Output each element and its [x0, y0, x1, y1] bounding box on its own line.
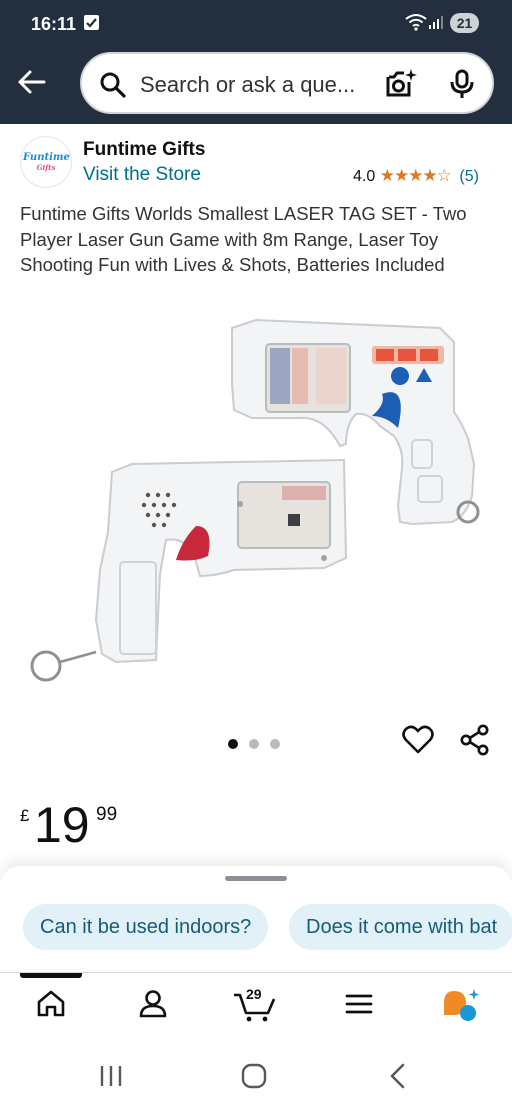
active-tab-indicator — [20, 973, 82, 978]
carousel-dot[interactable] — [228, 739, 238, 749]
search-icon — [100, 72, 126, 98]
price-whole: 19 — [34, 797, 90, 853]
search-placeholder: Search or ask a que... — [140, 72, 356, 97]
price-currency: £ — [20, 806, 30, 825]
share-icon[interactable] — [459, 724, 491, 756]
status-bar: 16:11 21 — [0, 0, 512, 46]
price-fraction: 99 — [96, 804, 118, 825]
rating-count[interactable]: (5) — [459, 168, 479, 185]
laser-gun-red — [30, 458, 348, 682]
bottom-nav: 29 — [0, 972, 512, 1038]
question-chip[interactable]: Can it be used indoors? — [23, 904, 269, 950]
cart-count: 29 — [246, 986, 262, 1002]
home-icon[interactable] — [36, 989, 66, 1019]
wishlist-heart-icon[interactable] — [402, 724, 434, 756]
recents-icon[interactable] — [98, 1064, 124, 1088]
suggested-questions-sheet: Can it be used indoors? Does it come wit… — [0, 866, 512, 974]
menu-icon[interactable] — [344, 989, 374, 1019]
store-logo-text: Funtime — [23, 152, 70, 163]
question-chip[interactable]: Does it come with bat — [289, 904, 512, 950]
rating-value: 4.0 — [353, 168, 376, 185]
product-image[interactable] — [20, 300, 492, 700]
back-icon[interactable] — [388, 1063, 408, 1089]
store-logo-subtext: Gifts — [36, 163, 56, 172]
camera-search-icon[interactable] — [384, 68, 418, 100]
signal-icon — [429, 16, 443, 29]
back-arrow-icon[interactable] — [16, 66, 48, 98]
store-logo[interactable]: Funtime Gifts — [20, 136, 72, 188]
battery-indicator: 21 — [450, 13, 479, 33]
product-title: Funtime Gifts Worlds Smallest LASER TAG … — [20, 203, 467, 275]
cart-button[interactable]: 29 — [232, 986, 278, 1023]
notification-check-icon — [84, 15, 99, 30]
system-navigation-bar — [0, 1038, 512, 1109]
account-icon[interactable] — [138, 989, 168, 1019]
search-header: Search or ask a que... — [0, 46, 512, 124]
store-name: Funtime Gifts — [83, 139, 206, 160]
carousel-dot[interactable] — [249, 739, 259, 749]
store-rating[interactable]: 4.0 ★★★★☆ (5) — [353, 166, 479, 186]
search-input[interactable]: Search or ask a que... — [80, 52, 494, 114]
rating-stars-icon: ★★★★☆ — [379, 166, 452, 185]
wifi-icon — [405, 14, 427, 31]
home-button-icon[interactable] — [241, 1063, 267, 1089]
visit-store-link[interactable]: Visit the Store — [83, 164, 201, 186]
image-carousel-dots[interactable] — [228, 736, 291, 754]
status-time: 16:11 — [31, 14, 77, 34]
carousel-dot[interactable] — [270, 739, 280, 749]
rufus-ai-icon[interactable] — [440, 987, 480, 1023]
microphone-icon[interactable] — [450, 69, 474, 99]
sheet-drag-handle[interactable] — [225, 876, 287, 881]
